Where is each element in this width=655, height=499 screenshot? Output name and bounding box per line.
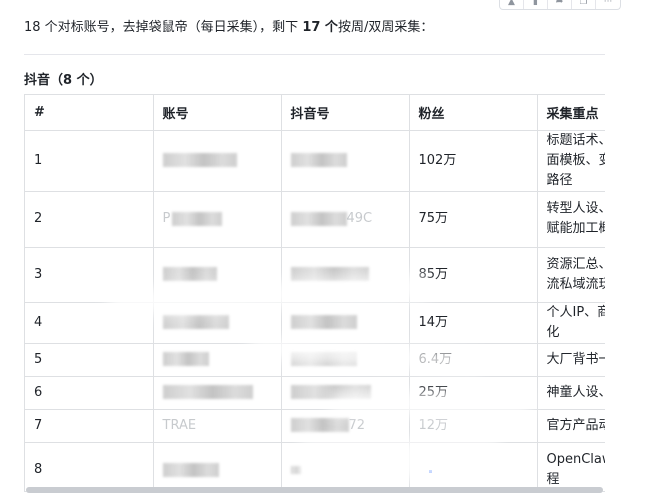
row-account: TRAE	[153, 409, 282, 443]
redacted-account	[162, 352, 209, 366]
accounts-table: # 账号 抖音号 粉丝 采集重点 1 102万 标题话术、封面模板、变现路径 2	[25, 95, 605, 491]
table-row: 8 OpenClaw 教程	[25, 442, 605, 491]
section-title: 抖音（8 个）	[24, 73, 103, 88]
row-id-tail: 49C	[346, 211, 373, 226]
row-douyin-id	[281, 442, 410, 491]
redacted-id	[290, 352, 357, 366]
header-douyin-id: 抖音号	[281, 95, 410, 131]
row-account	[153, 343, 282, 377]
table-container[interactable]: # 账号 抖音号 粉丝 采集重点 1 102万 标题话术、封面模板、变现路径 2	[24, 94, 605, 492]
redacted-id	[290, 418, 349, 432]
header-account: 账号	[153, 95, 282, 131]
row-douyin-id: 72	[281, 409, 410, 443]
row-account	[153, 442, 282, 491]
dot-marker	[428, 470, 432, 473]
table-row: 5 6.4万 大厂背书一	[25, 343, 605, 377]
redacted-account	[162, 462, 219, 477]
intro-part1: 18 个对标账号，去掉袋鼠帝（每日采集），剩下	[24, 20, 303, 35]
row-fans: 12万	[409, 409, 538, 443]
row-douyin-id	[281, 302, 410, 344]
table-row: 2 P 49C 75万 转型人设、AI赋能加工概念	[25, 191, 605, 248]
row-account-prefix: P	[162, 211, 171, 226]
table-header-row: # 账号 抖音号 粉丝 采集重点	[25, 95, 605, 131]
redacted-account	[162, 267, 217, 281]
redacted-id	[290, 385, 371, 399]
row-fans: 14万	[409, 302, 538, 344]
row-focus: 转型人设、AI赋能加工概念	[537, 191, 605, 248]
row-douyin-id: 49C	[281, 191, 410, 248]
row-fans	[409, 442, 538, 491]
row-account	[153, 376, 282, 410]
row-focus: 大厂背书一	[537, 343, 605, 377]
intro-part2: 按周/双周采集：	[337, 20, 434, 35]
row-fans: 75万	[409, 191, 538, 248]
table-row: 7 TRAE 72 12万 官方产品动	[25, 409, 605, 443]
scrollbar-thumb[interactable]	[26, 487, 603, 493]
share-icon[interactable]: ➦	[548, 0, 572, 9]
row-focus: OpenClaw 教程	[537, 442, 605, 491]
row-douyin-id	[281, 343, 410, 377]
intro-text: 18 个对标账号，去掉袋鼠帝（每日采集），剩下 17 个按周/双周采集：	[24, 18, 433, 38]
redacted-id	[290, 211, 347, 226]
row-account	[153, 302, 282, 344]
redacted-id	[290, 465, 301, 474]
row-account: P	[153, 191, 282, 248]
redacted-account	[162, 385, 253, 399]
row-index: 3	[25, 247, 154, 303]
row-index: 8	[25, 442, 154, 491]
redacted-id	[290, 315, 357, 329]
table-row: 6 25万 神童人设、	[25, 376, 605, 410]
row-focus: 标题话术、封面模板、变现路径	[537, 130, 605, 192]
row-account-prefix: TRAE	[162, 417, 197, 433]
row-fans: 6.4万	[409, 343, 538, 377]
row-focus: 个人IP、商业化	[537, 302, 605, 344]
row-index: 2	[25, 191, 154, 248]
row-fans: 85万	[409, 247, 538, 303]
row-id-tail: 72	[348, 417, 366, 433]
row-index: 4	[25, 302, 154, 344]
row-index: 5	[25, 343, 154, 377]
row-index: 6	[25, 376, 154, 410]
header-fans: 粉丝	[409, 95, 538, 131]
more-icon[interactable]: ···	[596, 0, 620, 9]
header-focus: 采集重点	[537, 95, 605, 131]
row-douyin-id	[281, 376, 410, 410]
redacted-account	[162, 315, 229, 329]
row-fans: 25万	[409, 376, 538, 410]
horizontal-scrollbar[interactable]	[26, 487, 603, 493]
intro-count: 17 个	[302, 20, 338, 35]
floating-toolbar: ▲ ▮ ➦ ❐ ···	[499, 0, 621, 10]
page: ▲ ▮ ➦ ❐ ··· 18 个对标账号，去掉袋鼠帝（每日采集），剩下 17 个…	[0, 0, 655, 499]
comment-icon[interactable]: ▮	[524, 0, 548, 9]
copy-icon[interactable]: ❐	[572, 0, 596, 9]
row-focus: 资源汇总、引流私域流玩法	[537, 247, 605, 303]
divider	[24, 54, 605, 55]
header-index: #	[25, 95, 154, 131]
row-focus: 官方产品动	[537, 409, 605, 443]
redacted-id	[290, 153, 347, 167]
redacted-id	[290, 267, 369, 281]
table-row: 3 85万 资源汇总、引流私域流玩法	[25, 247, 605, 303]
row-index: 7	[25, 409, 154, 443]
row-index: 1	[25, 130, 154, 192]
row-account	[153, 130, 282, 192]
row-account	[153, 247, 282, 303]
row-focus: 神童人设、	[537, 376, 605, 410]
redacted-account	[162, 153, 237, 167]
row-fans-text: 12万	[418, 417, 449, 433]
row-douyin-id	[281, 130, 410, 192]
like-icon[interactable]: ▲	[500, 0, 524, 9]
row-fans: 102万	[409, 130, 538, 192]
row-douyin-id	[281, 247, 410, 303]
table-row: 1 102万 标题话术、封面模板、变现路径	[25, 130, 605, 192]
table-row: 4 14万 个人IP、商业化	[25, 302, 605, 344]
redacted-account	[172, 211, 223, 226]
